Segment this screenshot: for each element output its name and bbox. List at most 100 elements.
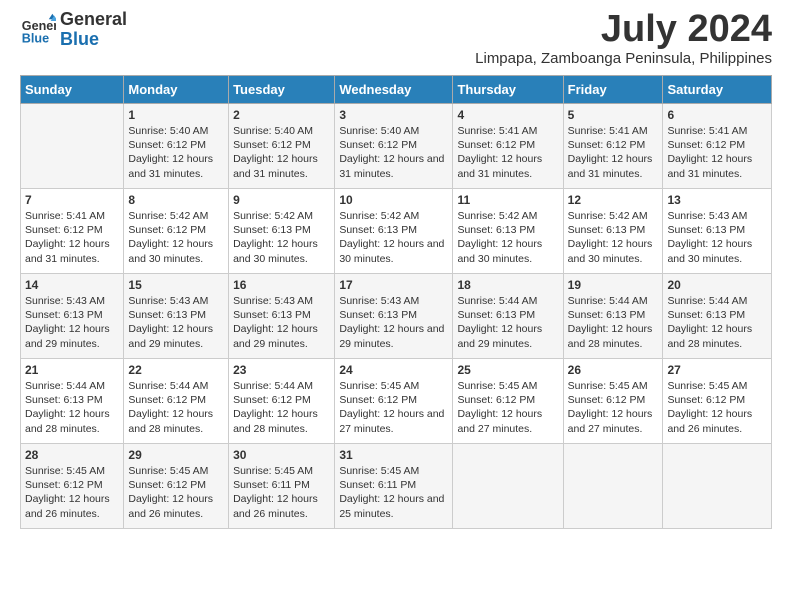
day-number: 12 — [568, 193, 659, 207]
day-number: 19 — [568, 278, 659, 292]
calendar-cell: 13 Sunrise: 5:43 AM Sunset: 6:13 PM Dayli… — [663, 189, 772, 274]
calendar-cell: 20 Sunrise: 5:44 AM Sunset: 6:13 PM Dayli… — [663, 274, 772, 359]
day-detail: Sunrise: 5:45 AM Sunset: 6:12 PM Dayligh… — [339, 379, 448, 436]
day-detail: Sunrise: 5:45 AM Sunset: 6:12 PM Dayligh… — [667, 379, 767, 436]
calendar-cell: 31 Sunrise: 5:45 AM Sunset: 6:11 PM Dayli… — [335, 444, 453, 529]
header-sunday: Sunday — [21, 76, 124, 104]
day-number: 28 — [25, 448, 119, 462]
logo: General Blue General Blue — [20, 10, 127, 50]
day-number: 2 — [233, 108, 330, 122]
calendar-cell: 25 Sunrise: 5:45 AM Sunset: 6:12 PM Dayli… — [453, 359, 563, 444]
calendar-week-row: 21 Sunrise: 5:44 AM Sunset: 6:13 PM Dayli… — [21, 359, 772, 444]
day-detail: Sunrise: 5:44 AM Sunset: 6:12 PM Dayligh… — [128, 379, 224, 436]
calendar-cell: 30Sunrise: 5:45 AM Sunset: 6:11 PM Dayli… — [229, 444, 335, 529]
header-thursday: Thursday — [453, 76, 563, 104]
calendar-cell: 26Sunrise: 5:45 AM Sunset: 6:12 PM Dayli… — [563, 359, 663, 444]
day-detail: Sunrise: 5:44 AM Sunset: 6:13 PM Dayligh… — [25, 379, 119, 436]
day-number: 7 — [25, 193, 119, 207]
calendar-cell: 7 Sunrise: 5:41 AM Sunset: 6:12 PM Daylig… — [21, 189, 124, 274]
day-detail: Sunrise: 5:44 AM Sunset: 6:13 PM Dayligh… — [667, 294, 767, 351]
day-detail: Sunrise: 5:44 AM Sunset: 6:13 PM Dayligh… — [568, 294, 659, 351]
day-detail: Sunrise: 5:43 AM Sunset: 6:13 PM Dayligh… — [233, 294, 330, 351]
calendar-cell: 18 Sunrise: 5:44 AM Sunset: 6:13 PM Dayli… — [453, 274, 563, 359]
calendar-week-row: 14 Sunrise: 5:43 AM Sunset: 6:13 PM Dayli… — [21, 274, 772, 359]
header-saturday: Saturday — [663, 76, 772, 104]
calendar-cell: 11 Sunrise: 5:42 AM Sunset: 6:13 PM Dayli… — [453, 189, 563, 274]
day-number: 1 — [128, 108, 224, 122]
day-detail: Sunrise: 5:41 AM Sunset: 6:12 PM Dayligh… — [667, 124, 767, 181]
calendar-cell: 5 Sunrise: 5:41 AM Sunset: 6:12 PM Daylig… — [563, 104, 663, 189]
calendar-table: Sunday Monday Tuesday Wednesday Thursday… — [20, 75, 772, 529]
calendar-week-row: 1 Sunrise: 5:40 AM Sunset: 6:12 PM Daylig… — [21, 104, 772, 189]
header-tuesday: Tuesday — [229, 76, 335, 104]
calendar-cell: 14 Sunrise: 5:43 AM Sunset: 6:13 PM Dayli… — [21, 274, 124, 359]
day-number: 11 — [457, 193, 558, 207]
subtitle: Limpapa, Zamboanga Peninsula, Philippine… — [475, 50, 772, 67]
calendar-cell: 22 Sunrise: 5:44 AM Sunset: 6:12 PM Dayli… — [124, 359, 229, 444]
day-number: 6 — [667, 108, 767, 122]
day-number: 4 — [457, 108, 558, 122]
calendar-cell — [453, 444, 563, 529]
day-detail: Sunrise: 5:40 AM Sunset: 6:12 PM Dayligh… — [128, 124, 224, 181]
day-number: 13 — [667, 193, 767, 207]
day-number: 15 — [128, 278, 224, 292]
day-detail: Sunrise: 5:45 AM Sunset: 6:11 PM Dayligh… — [339, 464, 448, 521]
calendar-cell: 4Sunrise: 5:41 AM Sunset: 6:12 PM Daylig… — [453, 104, 563, 189]
day-number: 23 — [233, 363, 330, 377]
svg-text:Blue: Blue — [22, 31, 49, 45]
calendar-cell: 3Sunrise: 5:40 AM Sunset: 6:12 PM Daylig… — [335, 104, 453, 189]
day-number: 21 — [25, 363, 119, 377]
day-detail: Sunrise: 5:42 AM Sunset: 6:13 PM Dayligh… — [339, 209, 448, 266]
day-number: 17 — [339, 278, 448, 292]
day-number: 16 — [233, 278, 330, 292]
day-number: 18 — [457, 278, 558, 292]
calendar-week-row: 7 Sunrise: 5:41 AM Sunset: 6:12 PM Daylig… — [21, 189, 772, 274]
header-monday: Monday — [124, 76, 229, 104]
calendar-cell: 9Sunrise: 5:42 AM Sunset: 6:13 PM Daylig… — [229, 189, 335, 274]
day-detail: Sunrise: 5:41 AM Sunset: 6:12 PM Dayligh… — [568, 124, 659, 181]
day-number: 5 — [568, 108, 659, 122]
main-title: July 2024 — [475, 10, 772, 48]
day-number: 31 — [339, 448, 448, 462]
calendar-cell: 6 Sunrise: 5:41 AM Sunset: 6:12 PM Daylig… — [663, 104, 772, 189]
header-wednesday: Wednesday — [335, 76, 453, 104]
header-friday: Friday — [563, 76, 663, 104]
logo-text: General Blue — [60, 10, 127, 50]
calendar-header-row: Sunday Monday Tuesday Wednesday Thursday… — [21, 76, 772, 104]
day-number: 24 — [339, 363, 448, 377]
day-detail: Sunrise: 5:44 AM Sunset: 6:13 PM Dayligh… — [457, 294, 558, 351]
calendar-cell — [563, 444, 663, 529]
day-detail: Sunrise: 5:43 AM Sunset: 6:13 PM Dayligh… — [667, 209, 767, 266]
logo-icon: General Blue — [20, 12, 56, 48]
day-detail: Sunrise: 5:45 AM Sunset: 6:12 PM Dayligh… — [457, 379, 558, 436]
calendar-cell — [663, 444, 772, 529]
calendar-cell: 27Sunrise: 5:45 AM Sunset: 6:12 PM Dayli… — [663, 359, 772, 444]
day-number: 10 — [339, 193, 448, 207]
day-detail: Sunrise: 5:42 AM Sunset: 6:12 PM Dayligh… — [128, 209, 224, 266]
day-number: 22 — [128, 363, 224, 377]
calendar-cell: 21 Sunrise: 5:44 AM Sunset: 6:13 PM Dayli… — [21, 359, 124, 444]
calendar-cell — [21, 104, 124, 189]
day-detail: Sunrise: 5:43 AM Sunset: 6:13 PM Dayligh… — [128, 294, 224, 351]
day-number: 20 — [667, 278, 767, 292]
day-number: 29 — [128, 448, 224, 462]
day-detail: Sunrise: 5:43 AM Sunset: 6:13 PM Dayligh… — [25, 294, 119, 351]
calendar-cell: 24 Sunrise: 5:45 AM Sunset: 6:12 PM Dayli… — [335, 359, 453, 444]
day-detail: Sunrise: 5:41 AM Sunset: 6:12 PM Dayligh… — [25, 209, 119, 266]
title-block: July 2024 Limpapa, Zamboanga Peninsula, … — [475, 10, 772, 67]
day-detail: Sunrise: 5:45 AM Sunset: 6:12 PM Dayligh… — [25, 464, 119, 521]
day-detail: Sunrise: 5:42 AM Sunset: 6:13 PM Dayligh… — [457, 209, 558, 266]
day-detail: Sunrise: 5:42 AM Sunset: 6:13 PM Dayligh… — [568, 209, 659, 266]
calendar-cell: 16 Sunrise: 5:43 AM Sunset: 6:13 PM Dayli… — [229, 274, 335, 359]
day-number: 25 — [457, 363, 558, 377]
calendar-cell: 17Sunrise: 5:43 AM Sunset: 6:13 PM Dayli… — [335, 274, 453, 359]
calendar-cell: 19 Sunrise: 5:44 AM Sunset: 6:13 PM Dayli… — [563, 274, 663, 359]
calendar-cell: 12 Sunrise: 5:42 AM Sunset: 6:13 PM Dayli… — [563, 189, 663, 274]
day-number: 14 — [25, 278, 119, 292]
day-detail: Sunrise: 5:45 AM Sunset: 6:11 PM Dayligh… — [233, 464, 330, 521]
day-detail: Sunrise: 5:45 AM Sunset: 6:12 PM Dayligh… — [568, 379, 659, 436]
day-number: 9 — [233, 193, 330, 207]
calendar-cell: 2Sunrise: 5:40 AM Sunset: 6:12 PM Daylig… — [229, 104, 335, 189]
day-detail: Sunrise: 5:40 AM Sunset: 6:12 PM Dayligh… — [339, 124, 448, 181]
day-number: 8 — [128, 193, 224, 207]
